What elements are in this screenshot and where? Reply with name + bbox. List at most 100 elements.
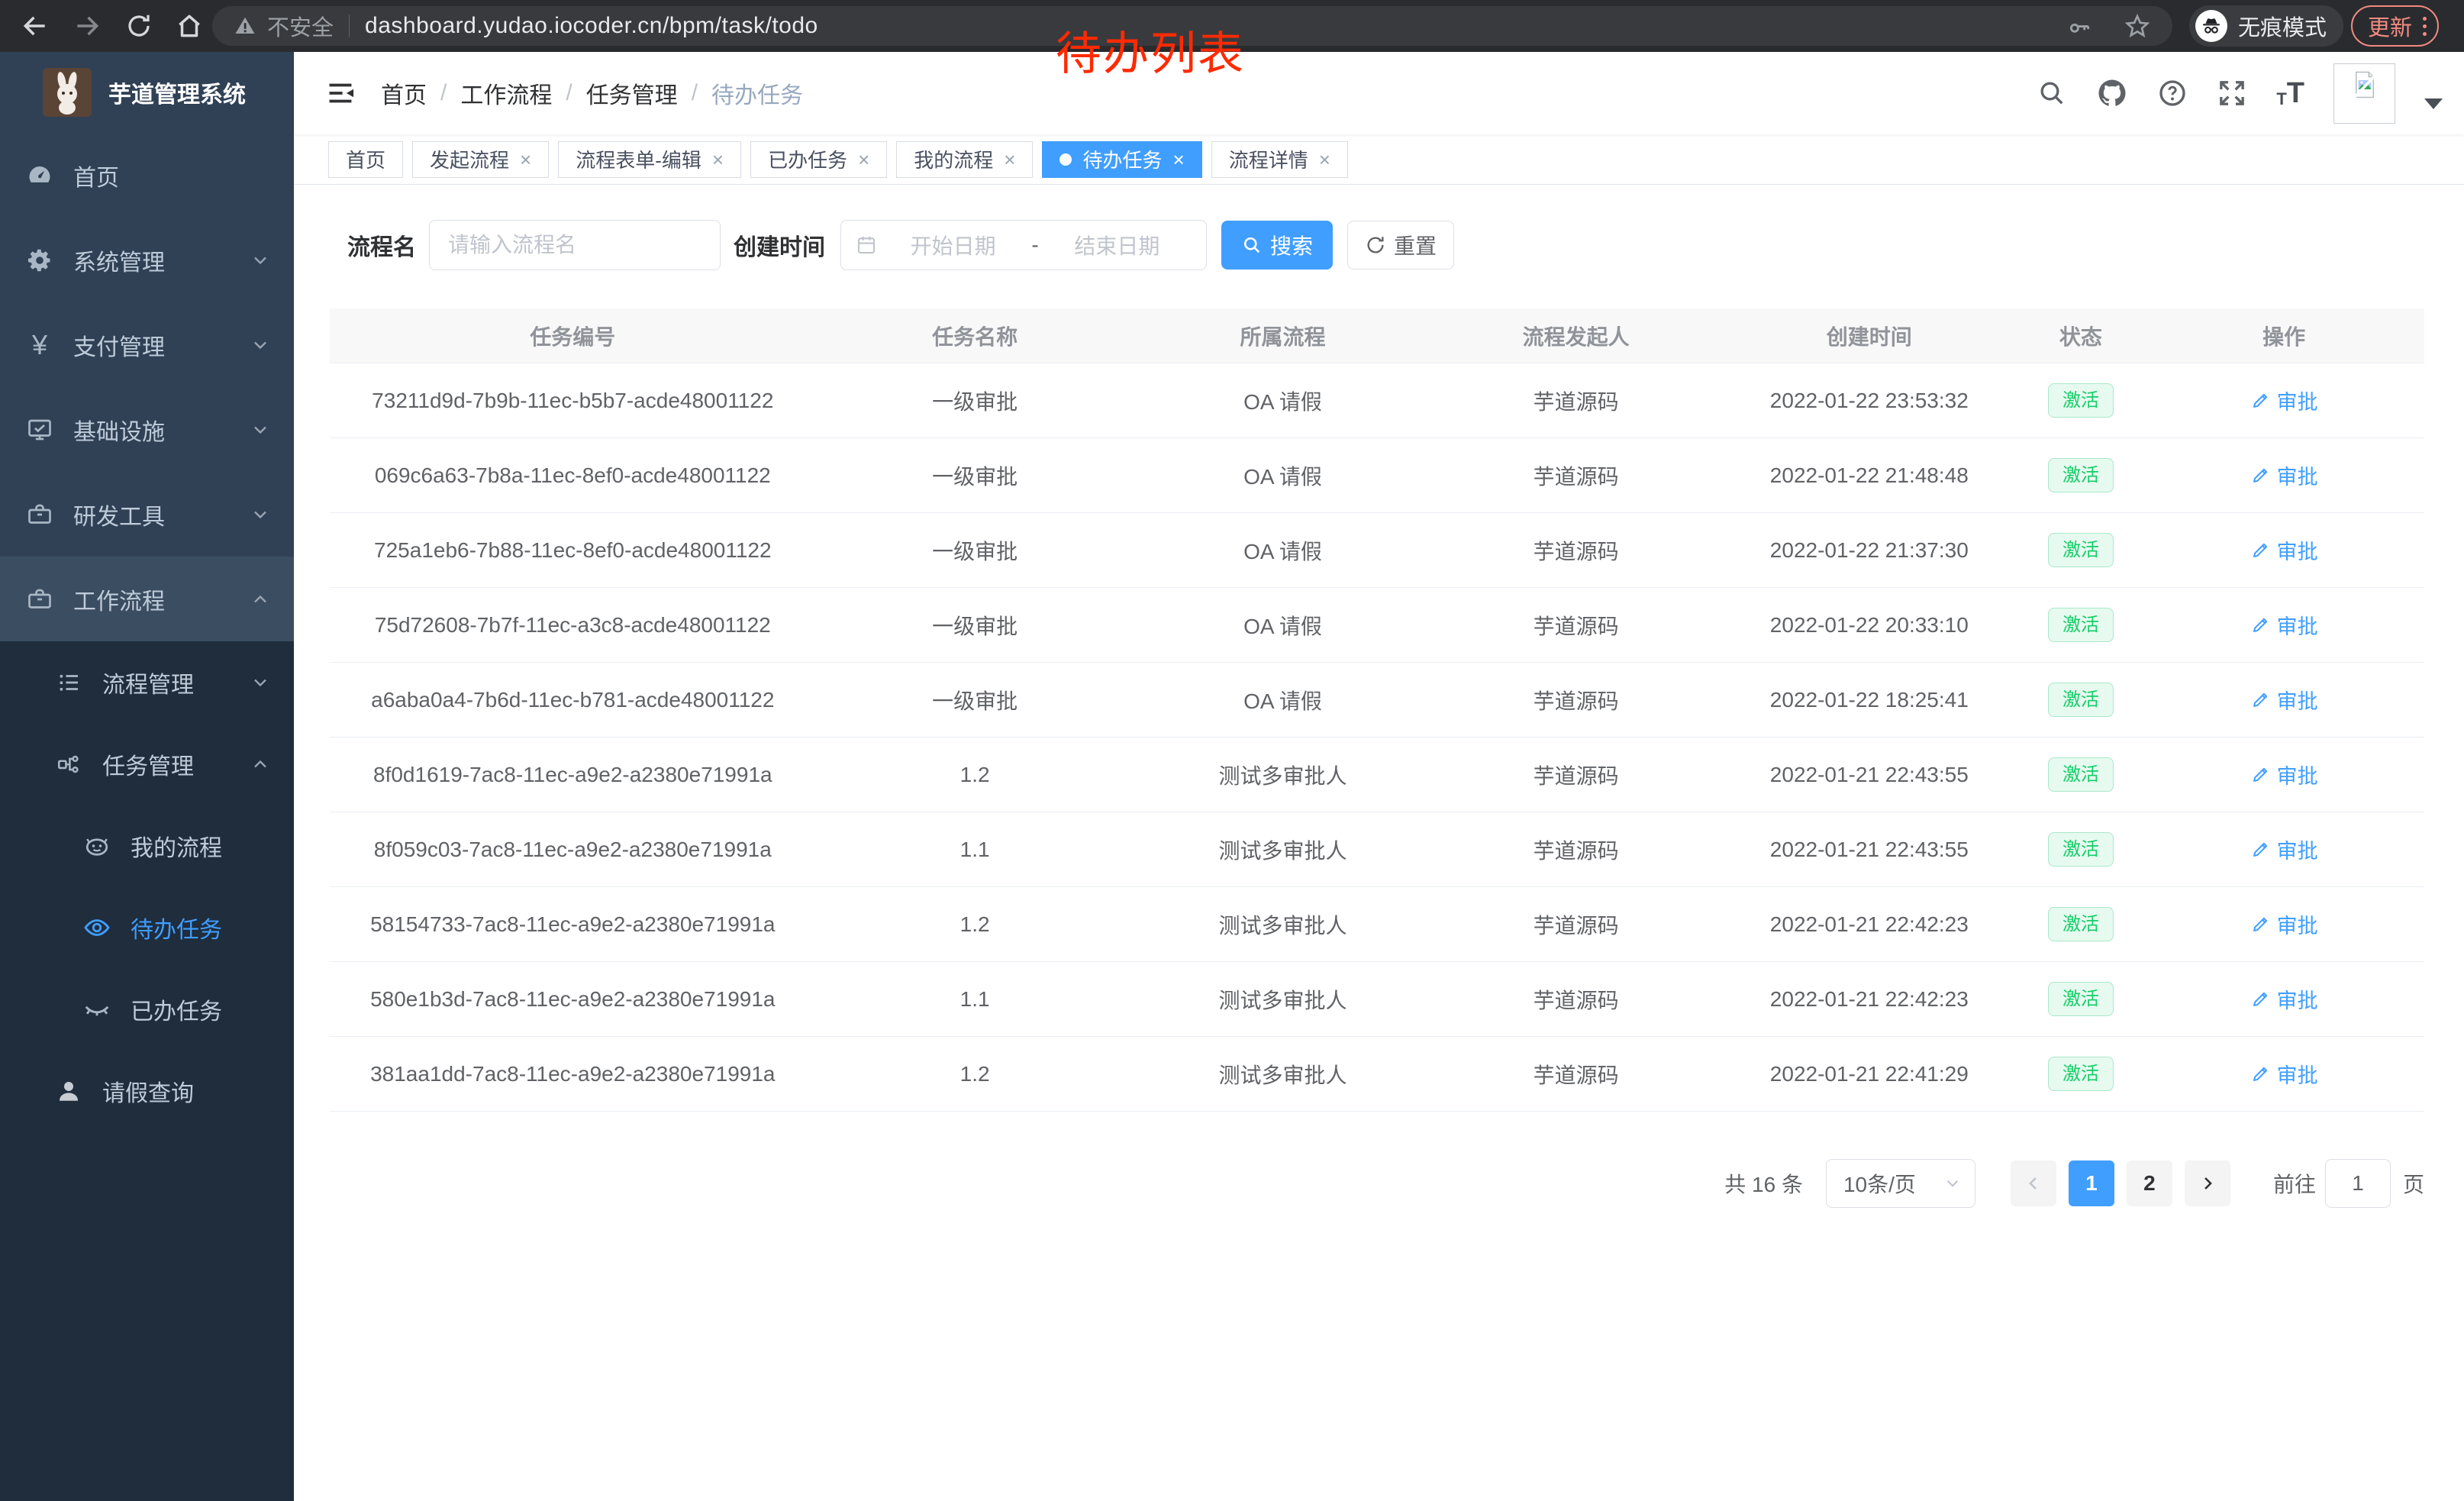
- fullscreen-icon[interactable]: [2217, 78, 2247, 108]
- search-icon: [1241, 234, 1263, 256]
- sidebar-item-todo-task[interactable]: 待办任务: [0, 886, 294, 968]
- table-row: 381aa1dd-7ac8-11ec-a9e2-a2380e71991a 1.2…: [330, 1037, 2424, 1112]
- col-status: 状态: [2018, 321, 2144, 351]
- sidebar: 芋道管理系统 首页 系统管理 ¥ 支付管理 基础设施: [0, 52, 294, 1501]
- pagination-total: 共 16 条: [1724, 1168, 1803, 1199]
- browser-reload-button[interactable]: [121, 8, 157, 44]
- approve-link[interactable]: 审批: [2250, 460, 2318, 490]
- github-icon[interactable]: [2096, 77, 2128, 109]
- cell-process: 测试多审批人: [1134, 760, 1432, 790]
- screen: 不安全 dashboard.yudao.iocoder.cn/bpm/task/…: [0, 0, 2464, 1501]
- browser-forward-button[interactable]: [69, 8, 105, 44]
- person-icon: [53, 1077, 84, 1105]
- sidebar-item-home[interactable]: 首页: [0, 133, 294, 218]
- next-page-button[interactable]: [2185, 1160, 2230, 1206]
- avatar-dropdown-caret[interactable]: [2424, 98, 2443, 109]
- date-range-picker[interactable]: 开始日期 - 结束日期: [840, 220, 1207, 270]
- approve-link[interactable]: 审批: [2250, 909, 2318, 939]
- browser-back-button[interactable]: [17, 8, 53, 44]
- breadcrumb-home[interactable]: 首页: [381, 76, 427, 110]
- tab-todo-task[interactable]: 待办任务×: [1042, 141, 1201, 178]
- approve-link[interactable]: 审批: [2250, 984, 2318, 1014]
- sidebar-item-task-management[interactable]: 任务管理: [0, 723, 294, 805]
- tab-home[interactable]: 首页: [328, 141, 403, 178]
- cell-task-name: 1.2: [816, 1062, 1134, 1086]
- browser-home-button[interactable]: [171, 8, 208, 44]
- cell-starter: 芋道源码: [1431, 386, 1721, 416]
- approve-link[interactable]: 审批: [2250, 610, 2318, 640]
- approve-link[interactable]: 审批: [2250, 834, 2318, 864]
- tab-process-detail[interactable]: 流程详情×: [1211, 141, 1348, 178]
- browser-menu-icon[interactable]: [2423, 17, 2427, 36]
- active-tab-dot: [1059, 153, 1072, 166]
- tab-process-form-edit[interactable]: 流程表单-编辑×: [558, 141, 741, 178]
- cell-create-time: 2022-01-22 20:33:10: [1721, 613, 2018, 638]
- approve-link[interactable]: 审批: [2250, 1059, 2318, 1089]
- approve-link[interactable]: 审批: [2250, 685, 2318, 715]
- close-icon[interactable]: ×: [520, 150, 531, 169]
- cell-starter: 芋道源码: [1431, 984, 1721, 1015]
- search-icon[interactable]: [2037, 78, 2067, 108]
- close-icon[interactable]: ×: [1004, 150, 1015, 169]
- password-key-icon[interactable]: [2067, 13, 2093, 39]
- page-content: 流程名 创建时间 开始日期 - 结束日期 搜索 重置: [294, 185, 2464, 1208]
- start-date-placeholder: 开始日期: [878, 230, 1028, 260]
- tab-start-process[interactable]: 发起流程×: [412, 141, 549, 178]
- sidebar-item-infrastructure[interactable]: 基础设施: [0, 387, 294, 472]
- breadcrumb-workflow[interactable]: 工作流程: [460, 76, 552, 110]
- close-icon[interactable]: ×: [712, 150, 724, 169]
- reset-button[interactable]: 重置: [1347, 221, 1454, 270]
- prev-page-button[interactable]: [2011, 1160, 2056, 1206]
- page-2-button[interactable]: 2: [2127, 1160, 2172, 1206]
- close-icon[interactable]: ×: [1173, 150, 1185, 169]
- cell-starter: 芋道源码: [1431, 909, 1721, 940]
- table-row: 58154733-7ac8-11ec-a9e2-a2380e71991a 1.2…: [330, 887, 2424, 962]
- approve-link[interactable]: 审批: [2250, 760, 2318, 789]
- tab-my-process[interactable]: 我的流程×: [896, 141, 1033, 178]
- bookmark-star-icon[interactable]: [2124, 12, 2151, 40]
- sidebar-item-my-process[interactable]: 我的流程: [0, 805, 294, 886]
- edit-pencil-icon: [2250, 914, 2271, 934]
- close-icon[interactable]: ×: [858, 150, 869, 169]
- goto-page-input[interactable]: [2325, 1159, 2391, 1208]
- edit-pencil-icon: [2250, 1064, 2271, 1084]
- breadcrumb-current: 待办任务: [711, 76, 803, 110]
- search-button[interactable]: 搜索: [1221, 221, 1333, 270]
- sidebar-item-dev-tools[interactable]: 研发工具: [0, 472, 294, 557]
- col-task-name: 任务名称: [816, 321, 1134, 351]
- sidebar-item-done-task[interactable]: 已办任务: [0, 968, 294, 1050]
- tab-bar: 首页 发起流程× 流程表单-编辑× 已办任务× 我的流程× 待办任务× 流程详情…: [294, 134, 2464, 185]
- sidebar-item-leave-query[interactable]: 请假查询: [0, 1050, 294, 1131]
- sidebar-item-workflow[interactable]: 工作流程: [0, 557, 294, 641]
- page-1-button[interactable]: 1: [2069, 1160, 2114, 1206]
- breadcrumb-task-management[interactable]: 任务管理: [586, 76, 678, 110]
- page-size-select[interactable]: 10条/页: [1826, 1159, 1975, 1208]
- edit-pencil-icon: [2250, 839, 2271, 860]
- table-row: 069c6a63-7b8a-11ec-8ef0-acde48001122 一级审…: [330, 438, 2424, 513]
- app-title: 芋道管理系统: [108, 76, 246, 109]
- status-badge: 激活: [2048, 383, 2114, 418]
- approve-link[interactable]: 审批: [2250, 386, 2318, 415]
- process-name-input[interactable]: [429, 220, 721, 270]
- cell-create-time: 2022-01-21 22:41:29: [1721, 1062, 2018, 1086]
- sidebar-collapse-button[interactable]: [324, 77, 356, 109]
- cell-task-name: 一级审批: [816, 685, 1134, 715]
- col-actions: 操作: [2143, 321, 2424, 351]
- update-button[interactable]: 更新: [2351, 5, 2439, 47]
- edit-pencil-icon: [2250, 615, 2271, 635]
- font-size-icon[interactable]: TT: [2276, 79, 2304, 108]
- approve-link[interactable]: 审批: [2250, 535, 2318, 565]
- page-unit-label: 页: [2403, 1168, 2424, 1199]
- sidebar-item-system[interactable]: 系统管理: [0, 218, 294, 302]
- tab-done-task[interactable]: 已办任务×: [750, 141, 887, 178]
- sidebar-item-payment[interactable]: ¥ 支付管理: [0, 302, 294, 387]
- sidebar-item-process-management[interactable]: 流程管理: [0, 641, 294, 723]
- edit-pencil-icon: [2250, 465, 2271, 486]
- edit-pencil-icon: [2250, 764, 2271, 785]
- cell-create-time: 2022-01-21 22:42:23: [1721, 912, 2018, 937]
- pagination: 共 16 条 10条/页 1 2 前往 页: [330, 1159, 2424, 1208]
- avatar[interactable]: [2333, 63, 2395, 124]
- help-icon[interactable]: [2157, 78, 2188, 108]
- close-icon[interactable]: ×: [1319, 150, 1330, 169]
- status-badge: 激活: [2048, 1057, 2114, 1091]
